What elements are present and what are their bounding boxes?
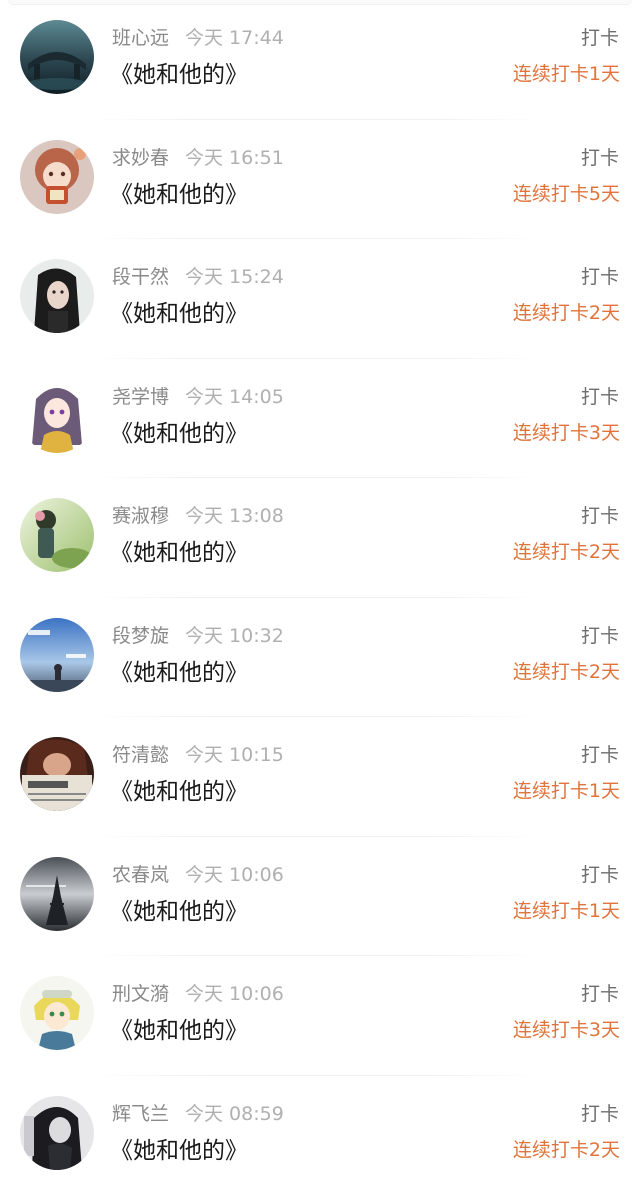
streak-text: 连续打卡1天 (513, 897, 620, 925)
dark-girl-avatar-icon (20, 1096, 94, 1170)
list-item[interactable]: 段梦旋今天 10:32 《她和他的》 打卡 连续打卡2天 (0, 598, 640, 718)
book-title[interactable]: 《她和他的》 (110, 297, 248, 331)
avatar[interactable] (20, 618, 94, 692)
meta-line: 班心远今天 17:44 (112, 24, 284, 52)
checkin-label: 打卡 (581, 861, 619, 889)
avatar[interactable] (20, 259, 94, 333)
purple-anime-avatar-icon (20, 379, 94, 453)
user-name[interactable]: 符清懿 (112, 744, 169, 766)
avatar[interactable] (20, 379, 94, 453)
checkin-label: 打卡 (581, 24, 619, 52)
meta-line: 段干然今天 15:24 (112, 263, 284, 291)
avatar[interactable] (20, 737, 94, 811)
checkin-time: 今天 15:24 (185, 266, 284, 288)
checkin-time: 今天 10:15 (185, 744, 284, 766)
streak-text: 连续打卡1天 (513, 60, 620, 88)
list-item[interactable]: 刑文漪今天 10:06 《她和他的》 打卡 连续打卡3天 (0, 956, 640, 1076)
user-name[interactable]: 段干然 (112, 266, 169, 288)
checkin-time: 今天 13:08 (185, 505, 284, 527)
checkin-time: 今天 10:32 (185, 625, 284, 647)
meta-line: 符清懿今天 10:15 (112, 741, 284, 769)
list-item[interactable]: 班心远今天 17:44 《她和他的》 打卡 连续打卡1天 (0, 0, 640, 120)
dark-bridge-avatar-icon (20, 20, 94, 94)
checkin-label: 打卡 (581, 1100, 619, 1128)
meta-line: 求妙春今天 16:51 (112, 144, 284, 172)
streak-text: 连续打卡3天 (513, 419, 620, 447)
checkin-label: 打卡 (581, 383, 619, 411)
avatar[interactable] (20, 498, 94, 572)
streak-text: 连续打卡2天 (513, 658, 620, 686)
avatar[interactable] (20, 20, 94, 94)
checkin-time: 今天 14:05 (185, 386, 284, 408)
list-item[interactable]: 赛淑穆今天 13:08 《她和他的》 打卡 连续打卡2天 (0, 478, 640, 598)
list-item[interactable]: 农春岚今天 10:06 《她和他的》 打卡 连续打卡1天 (0, 837, 640, 957)
checkin-time: 今天 16:51 (185, 147, 284, 169)
meta-line: 尧学博今天 14:05 (112, 383, 284, 411)
avatar[interactable] (20, 140, 94, 214)
streak-text: 连续打卡3天 (513, 1016, 620, 1044)
checkin-label: 打卡 (581, 144, 619, 172)
checkin-label: 打卡 (581, 980, 619, 1008)
user-name[interactable]: 班心远 (112, 27, 169, 49)
list-item[interactable]: 辉飞兰今天 08:59 《她和他的》 打卡 连续打卡2天 (0, 1076, 640, 1195)
book-title[interactable]: 《她和他的》 (110, 58, 248, 92)
eiffel-tower-avatar-icon (20, 857, 94, 931)
meta-line: 刑文漪今天 10:06 (112, 980, 284, 1008)
checkin-time: 今天 08:59 (185, 1103, 284, 1125)
user-name[interactable]: 段梦旋 (112, 625, 169, 647)
user-name[interactable]: 刑文漪 (112, 983, 169, 1005)
list-item[interactable]: 段干然今天 15:24 《她和他的》 打卡 连续打卡2天 (0, 239, 640, 359)
user-name[interactable]: 尧学博 (112, 386, 169, 408)
streak-text: 连续打卡2天 (513, 538, 620, 566)
checkin-list: 班心远今天 17:44 《她和他的》 打卡 连续打卡1天 求妙春今天 16:51… (0, 0, 640, 1195)
avatar[interactable] (20, 976, 94, 1050)
streak-text: 连续打卡2天 (513, 1136, 620, 1164)
yellow-anime-avatar-icon (20, 976, 94, 1050)
user-name[interactable]: 辉飞兰 (112, 1103, 169, 1125)
streak-text: 连续打卡2天 (513, 299, 620, 327)
anime-girl-avatar-icon (20, 140, 94, 214)
checkin-label: 打卡 (581, 741, 619, 769)
user-name[interactable]: 农春岚 (112, 864, 169, 886)
book-title[interactable]: 《她和他的》 (110, 536, 248, 570)
checkin-time: 今天 10:06 (185, 864, 284, 886)
blue-sky-avatar-icon (20, 618, 94, 692)
avatar[interactable] (20, 1096, 94, 1170)
streak-text: 连续打卡5天 (513, 180, 620, 208)
book-title[interactable]: 《她和他的》 (110, 895, 248, 929)
book-title[interactable]: 《她和他的》 (110, 656, 248, 690)
list-item[interactable]: 符清懿今天 10:15 《她和他的》 打卡 连续打卡1天 (0, 717, 640, 837)
meta-line: 农春岚今天 10:06 (112, 861, 284, 889)
checkin-label: 打卡 (581, 502, 619, 530)
book-title[interactable]: 《她和他的》 (110, 178, 248, 212)
list-item[interactable]: 尧学博今天 14:05 《她和他的》 打卡 连续打卡3天 (0, 359, 640, 479)
user-name[interactable]: 求妙春 (112, 147, 169, 169)
checkin-time: 今天 17:44 (185, 27, 284, 49)
checkin-label: 打卡 (581, 263, 619, 291)
book-title[interactable]: 《她和他的》 (110, 1134, 248, 1168)
user-name[interactable]: 赛淑穆 (112, 505, 169, 527)
book-title[interactable]: 《她和他的》 (110, 1014, 248, 1048)
checkin-time: 今天 10:06 (185, 983, 284, 1005)
newspaper-avatar-icon (20, 737, 94, 811)
list-item[interactable]: 求妙春今天 16:51 《她和他的》 打卡 连续打卡5天 (0, 120, 640, 240)
meta-line: 辉飞兰今天 08:59 (112, 1100, 284, 1128)
checkin-label: 打卡 (581, 622, 619, 650)
streak-text: 连续打卡1天 (513, 777, 620, 805)
woman-portrait-avatar-icon (20, 259, 94, 333)
book-title[interactable]: 《她和他的》 (110, 417, 248, 451)
book-title[interactable]: 《她和他的》 (110, 775, 248, 809)
girl-garden-avatar-icon (20, 498, 94, 572)
meta-line: 赛淑穆今天 13:08 (112, 502, 284, 530)
avatar[interactable] (20, 857, 94, 931)
meta-line: 段梦旋今天 10:32 (112, 622, 284, 650)
